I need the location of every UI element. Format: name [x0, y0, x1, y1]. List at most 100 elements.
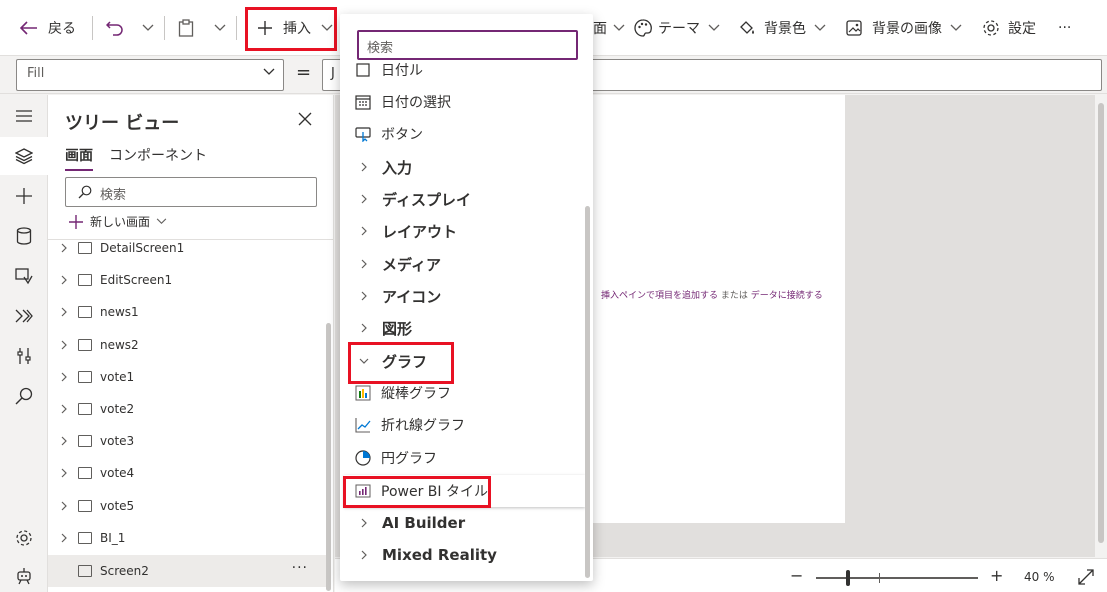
tree-row-editscreen1[interactable]: EditScreen1 [48, 264, 328, 296]
left-rail [0, 95, 48, 592]
bg-image-button[interactable]: 背景の画像 [846, 12, 962, 44]
connect-data-link[interactable]: データに接続する [751, 291, 823, 301]
equals-sign: = [296, 62, 312, 83]
menu-category-display[interactable]: ディスプレイ [340, 183, 585, 215]
tree-row-vote1[interactable]: vote1 [48, 361, 328, 393]
menu-item-line-chart[interactable]: 折れ線グラフ [340, 409, 585, 441]
menu-scrollbar[interactable] [585, 206, 590, 578]
tree-row-news2[interactable]: news2 [48, 329, 328, 361]
menu-item-button[interactable]: ボタン [340, 118, 585, 150]
zoom-in-button[interactable]: + [990, 566, 1003, 585]
virtual-agent-button[interactable] [0, 557, 48, 592]
tree-search-placeholder: 検索 [100, 188, 127, 203]
tree-row-vote3[interactable]: vote3 [48, 425, 328, 457]
menu-category-media[interactable]: メディア [340, 248, 585, 280]
paste-dropdown[interactable] [214, 12, 226, 44]
menu-button[interactable] [0, 97, 48, 135]
close-icon [298, 112, 312, 126]
chevron-right-icon [355, 259, 373, 269]
media-button[interactable] [0, 257, 48, 295]
power-automate-button[interactable] [0, 297, 48, 335]
menu-category-input[interactable]: 入力 [340, 151, 585, 183]
expand-chevron-icon[interactable] [54, 307, 74, 317]
tree-row-bi1[interactable]: BI_1 [48, 522, 328, 554]
insert-pane-link[interactable]: 挿入ペインで項目を追加する [601, 291, 718, 301]
menu-category-mixed-reality[interactable]: Mixed Reality [340, 539, 585, 571]
search-rail-button[interactable] [0, 377, 48, 415]
zoom-value: 40 % [1024, 570, 1055, 584]
zoom-out-button[interactable]: − [790, 566, 803, 585]
menu-category-icons[interactable]: アイコン [340, 280, 585, 312]
menu-item-pie-chart[interactable]: 円グラフ [340, 442, 585, 474]
tree-row-detailscreen1[interactable]: DetailScreen1 [48, 232, 328, 264]
new-screen-button[interactable]: 新しい画面 [68, 213, 167, 230]
expand-chevron-icon[interactable] [54, 372, 74, 382]
tree-row-news1[interactable]: news1 [48, 296, 328, 328]
expand-chevron-icon[interactable] [54, 533, 74, 543]
zoom-slider[interactable] [816, 577, 978, 579]
screen-icon [78, 274, 92, 286]
paste-button[interactable] [178, 12, 194, 44]
tree-row-vote4[interactable]: vote4 [48, 457, 328, 489]
screen-icon [78, 500, 92, 512]
settings-button[interactable]: 設定 [982, 12, 1036, 44]
chevron-down-icon [156, 218, 167, 225]
close-tree-button[interactable] [298, 111, 312, 130]
scrollbar-thumb[interactable] [1098, 103, 1104, 543]
tree-scrollbar[interactable] [326, 323, 331, 591]
menu-item-label: 円グラフ [381, 451, 437, 467]
theme-button[interactable]: テーマ [634, 12, 720, 44]
powerbi-highlight-box [343, 476, 491, 508]
tree-row-label: vote3 [100, 434, 135, 448]
canvas-scrollbar[interactable] [1095, 95, 1107, 557]
property-dropdown[interactable]: Fill [16, 59, 284, 91]
tab-components[interactable]: コンポーネント [109, 145, 207, 171]
menu-category-shapes[interactable]: 図形 [340, 312, 585, 344]
tree-row-vote2[interactable]: vote2 [48, 393, 328, 425]
menu-category-ai-builder[interactable]: AI Builder [340, 507, 585, 539]
tab-screens[interactable]: 画面 [65, 145, 93, 171]
bot-icon [17, 568, 31, 585]
settings-rail-button[interactable] [0, 519, 48, 557]
calendar-icon [354, 63, 372, 77]
bg-color-button[interactable]: 背景色 [738, 12, 826, 44]
insert-rail-button[interactable] [0, 177, 48, 215]
menu-item-partial[interactable]: 日付ル [340, 58, 585, 82]
fit-to-window-button[interactable] [1078, 569, 1094, 589]
tree-row-screen2[interactable]: Screen2 ··· [48, 555, 328, 587]
back-button[interactable]: 戻る [20, 12, 76, 44]
expand-chevron-icon[interactable] [54, 436, 74, 446]
bg-image-label: 背景の画像 [872, 21, 942, 37]
expand-chevron-icon[interactable] [54, 340, 74, 350]
tree-row-label: vote5 [100, 499, 135, 513]
screen-canvas[interactable] [593, 95, 845, 523]
expand-chevron-icon[interactable] [54, 243, 74, 253]
advanced-tools-button[interactable] [0, 337, 48, 375]
tree-search-input[interactable]: 検索 [65, 177, 317, 207]
zoom-slider-thumb[interactable] [846, 570, 851, 586]
chevron-right-icon [355, 323, 373, 333]
menu-item-date-picker[interactable]: 日付の選択 [340, 86, 585, 118]
chevron-down-icon [613, 24, 625, 31]
chevron-down-icon [708, 24, 720, 31]
undo-dropdown[interactable] [142, 12, 154, 44]
expand-chevron-icon[interactable] [54, 404, 74, 414]
plus-icon [16, 188, 32, 204]
gear-icon [16, 530, 32, 546]
expand-chevron-icon[interactable] [54, 275, 74, 285]
menu-category-layout[interactable]: レイアウト [340, 215, 585, 247]
tree-view-button[interactable] [0, 137, 48, 175]
partial-toolbar-item[interactable]: 面 [593, 12, 625, 44]
tree-row-vote5[interactable]: vote5 [48, 490, 328, 522]
expand-chevron-icon[interactable] [54, 501, 74, 511]
more-options-button[interactable]: ··· [292, 560, 308, 576]
chevron-down-icon [814, 24, 826, 31]
insert-search-input[interactable]: 検索 [357, 30, 578, 60]
image-icon [846, 20, 862, 36]
screen-icon [78, 565, 92, 577]
data-button[interactable] [0, 217, 48, 255]
expand-chevron-icon[interactable] [54, 468, 74, 478]
menu-item-label: 図形 [382, 319, 413, 338]
more-button[interactable]: ··· [1058, 12, 1071, 44]
undo-button[interactable] [106, 12, 124, 44]
